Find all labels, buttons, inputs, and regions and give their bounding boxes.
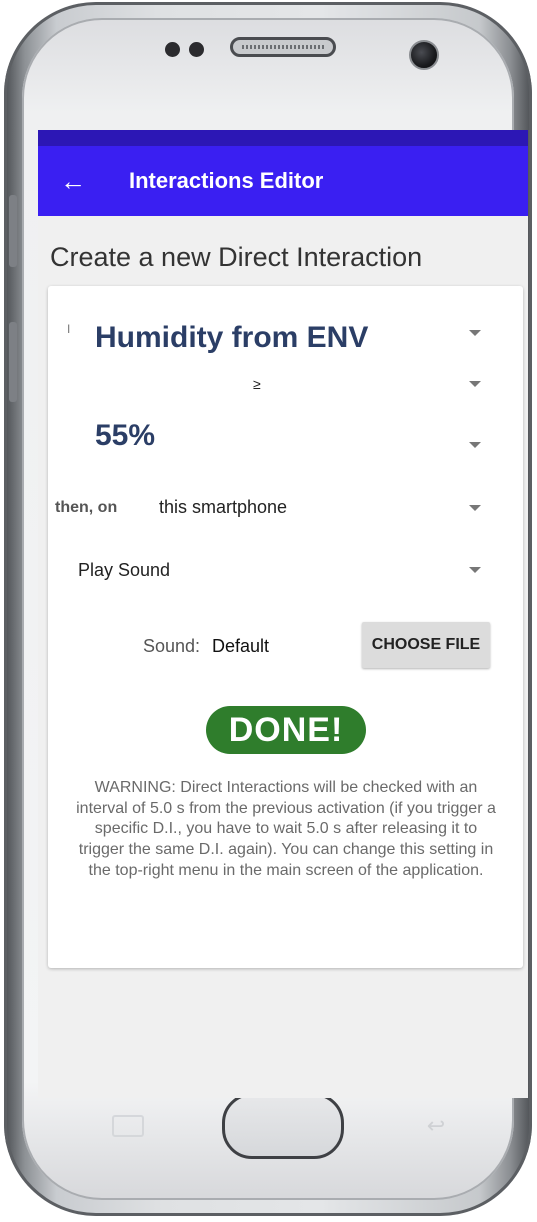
dropdown-arrow-icon[interactable]: [469, 330, 481, 336]
device-spinner[interactable]: this smartphone: [159, 497, 287, 518]
dropdown-arrow-icon[interactable]: [469, 567, 481, 573]
source-prefix-label: I: [67, 322, 71, 336]
app-bar: ← Interactions Editor: [38, 146, 528, 216]
sound-label: Sound:: [143, 636, 201, 656]
recent-apps-icon[interactable]: [112, 1115, 144, 1137]
back-key-icon[interactable]: ↩: [420, 1115, 452, 1137]
action-spinner[interactable]: Play Sound: [78, 560, 170, 581]
dropdown-arrow-icon[interactable]: [469, 381, 481, 387]
side-button-left-lower: [9, 322, 17, 402]
operator-spinner[interactable]: ≥: [253, 376, 261, 392]
front-camera: [409, 40, 439, 70]
device-label: then, on: [55, 499, 118, 516]
sound-value: Default: [212, 636, 270, 656]
app-bar-title: Interactions Editor: [129, 168, 324, 193]
warning-text: WARNING: Direct Interactions will be che…: [76, 779, 496, 879]
side-button-left-upper: [9, 195, 17, 267]
page-heading: Create a new Direct Interaction: [50, 242, 423, 272]
threshold-spinner[interactable]: 55%: [95, 418, 155, 454]
arrow-left-icon[interactable]: ←: [60, 168, 88, 194]
home-button[interactable]: [222, 1093, 344, 1159]
interaction-form-card: I Humidity from ENV ≥ 55% then, on this …: [48, 286, 523, 968]
source-spinner[interactable]: Humidity from ENV: [95, 320, 368, 356]
sensor-dot: [189, 42, 204, 57]
dropdown-arrow-icon[interactable]: [469, 442, 481, 448]
phone-screen: ← Interactions Editor Create a new Direc…: [38, 130, 528, 1098]
dropdown-arrow-icon[interactable]: [469, 505, 481, 511]
sensor-dot: [165, 42, 180, 57]
choose-file-button[interactable]: CHOOSE FILE: [362, 622, 490, 668]
status-bar: [38, 130, 528, 146]
earpiece-speaker: [230, 37, 336, 57]
done-button[interactable]: DONE!: [206, 706, 366, 754]
